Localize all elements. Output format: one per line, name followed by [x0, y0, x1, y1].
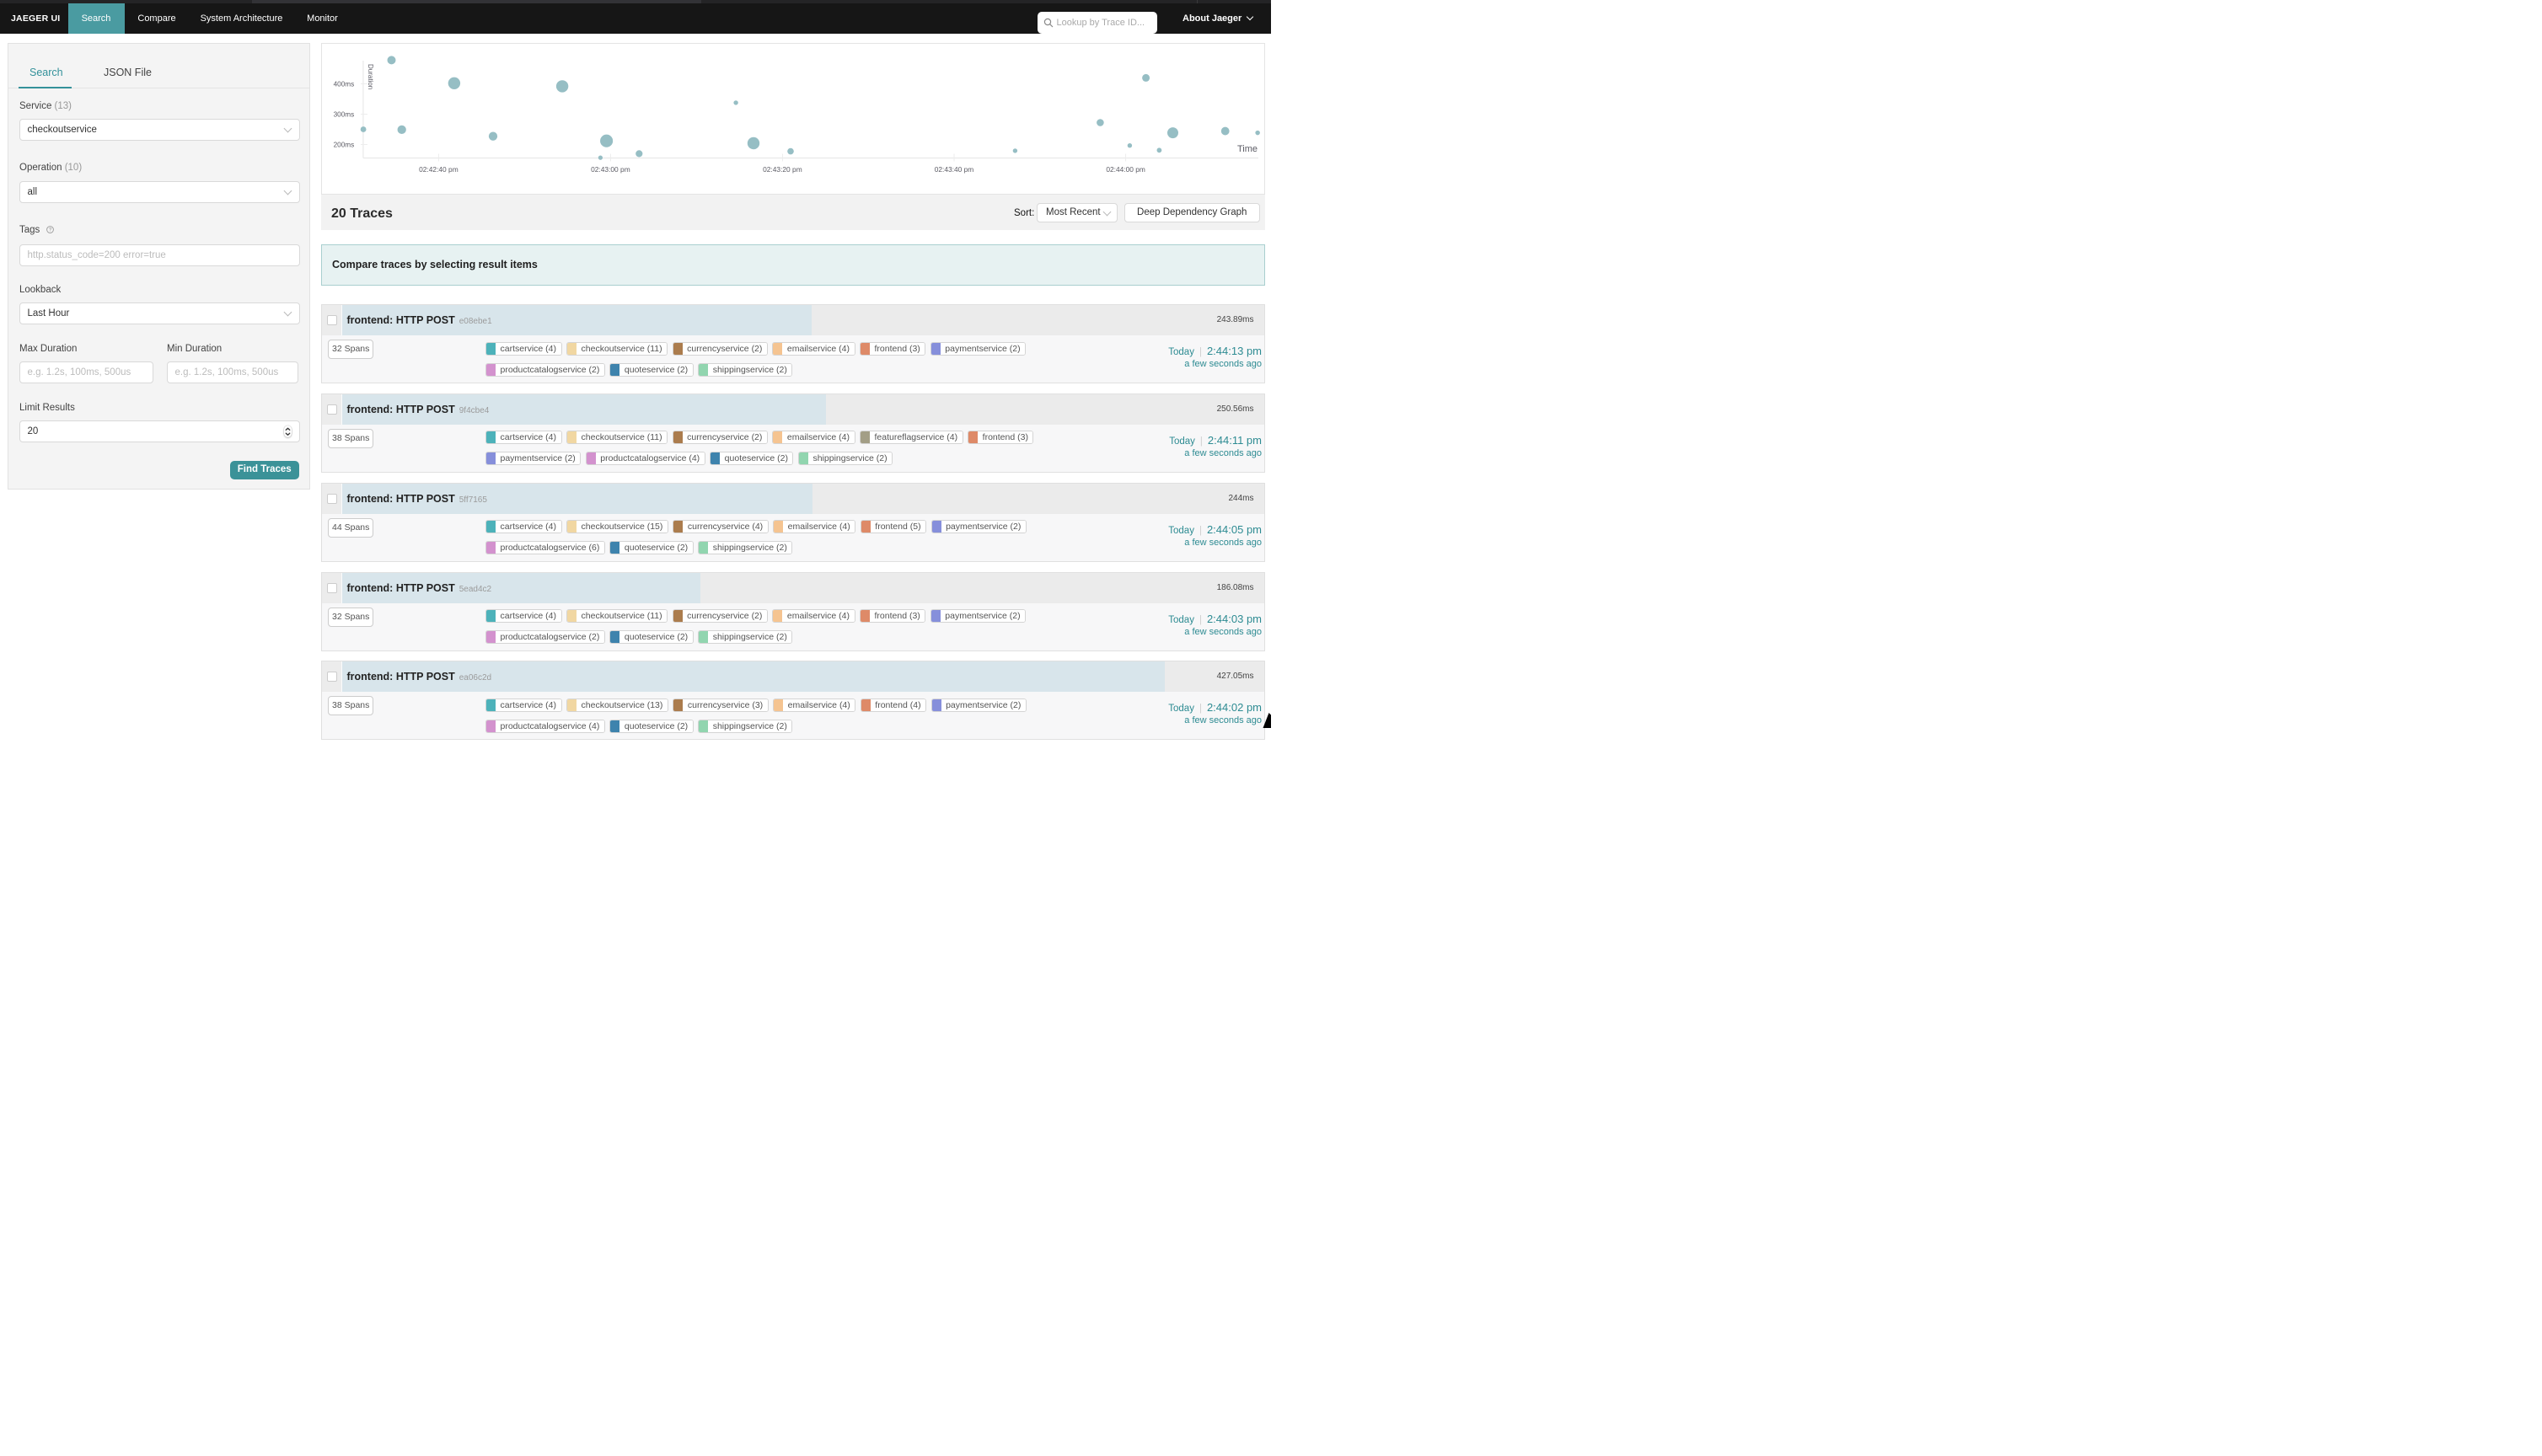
svg-text:300ms: 300ms: [333, 110, 354, 118]
svg-text:02:43:20 pm: 02:43:20 pm: [763, 165, 802, 174]
svg-text:02:42:40 pm: 02:42:40 pm: [419, 165, 459, 174]
svg-text:Time: Time: [1236, 144, 1257, 154]
svg-text:400ms: 400ms: [333, 80, 354, 88]
svg-text:Duration: Duration: [366, 64, 373, 89]
svg-text:02:43:40 pm: 02:43:40 pm: [934, 165, 973, 174]
svg-text:200ms: 200ms: [333, 141, 354, 148]
svg-text:02:43:00 pm: 02:43:00 pm: [591, 165, 630, 174]
svg-text:02:44:00 pm: 02:44:00 pm: [1106, 165, 1145, 174]
